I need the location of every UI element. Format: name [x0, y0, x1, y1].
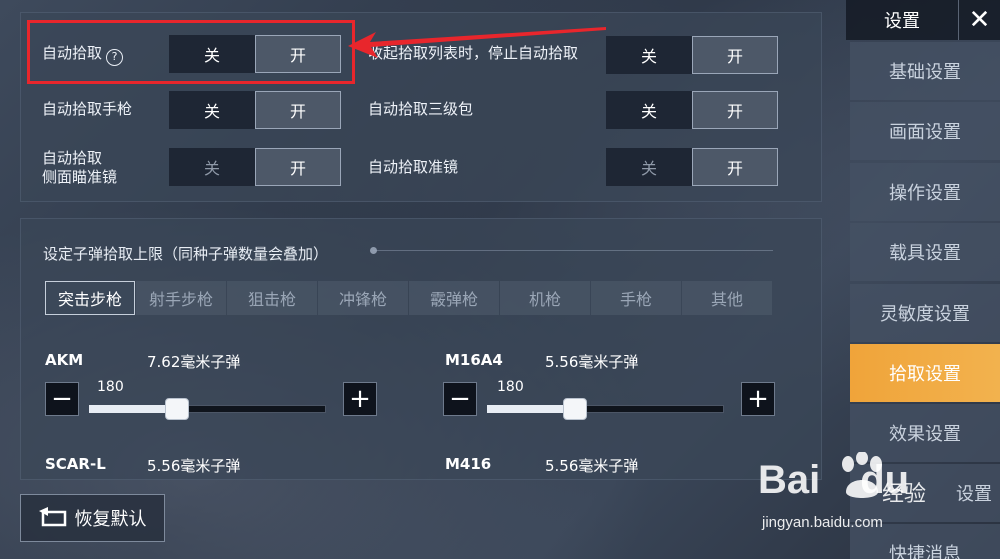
annotation-arrow-icon — [348, 27, 606, 58]
toggle-off-option[interactable]: 关 — [606, 148, 692, 186]
slider-value: 180 — [97, 379, 124, 395]
tab-sniper[interactable]: 狙击枪 — [227, 281, 317, 315]
toggle-on-option[interactable]: 开 — [692, 148, 778, 186]
reset-default-button[interactable]: 恢复默认 — [20, 494, 165, 542]
auto-pickup-scope-label: 自动拾取准镜 — [368, 158, 459, 176]
ammo-limit-panel: 设定子弹拾取上限（同种子弹数量会叠加） 突击步枪 射手步枪 狙击枪 冲锋枪 霰弹… — [20, 218, 822, 480]
sidebar-item-vehicle[interactable]: 载具设置 — [850, 223, 1000, 281]
ammo-type: 5.56毫米子弹 — [147, 457, 241, 475]
auto-pickup-scope-toggle[interactable]: 关 开 — [606, 148, 778, 186]
reset-default-label: 恢复默认 — [74, 509, 147, 530]
tab-other[interactable]: 其他 — [682, 281, 772, 315]
slider-value: 180 — [497, 379, 524, 395]
tab-pistol[interactable]: 手枪 — [591, 281, 681, 315]
tab-shotgun[interactable]: 霰弹枪 — [409, 281, 499, 315]
weapon-name: M16A4 — [445, 351, 503, 369]
toggle-on-option[interactable]: 开 — [255, 148, 341, 186]
auto-pickup-pistol-label: 自动拾取手枪 — [42, 100, 133, 118]
close-icon[interactable]: ✕ — [958, 0, 1000, 40]
auto-pickup-level3-bag-toggle[interactable]: 关 开 — [606, 91, 778, 129]
tab-marksman-rifle[interactable]: 射手步枪 — [136, 281, 226, 315]
weapon-name: AKM — [45, 351, 84, 369]
weapon-type-tabs: 突击步枪 射手步枪 狙击枪 冲锋枪 霰弹枪 机枪 手枪 其他 — [45, 281, 773, 315]
toggle-on-option[interactable]: 开 — [692, 91, 778, 129]
ammo-slider-fill — [89, 405, 177, 413]
ammo-limit-title: 设定子弹拾取上限（同种子弹数量会叠加） — [43, 245, 329, 263]
toggle-off-option[interactable]: 关 — [169, 91, 255, 129]
baidu-watermark: Bai du 经验 jingyan.baidu.com — [758, 452, 958, 552]
tab-smg[interactable]: 冲锋枪 — [318, 281, 408, 315]
watermark-brand: 经验 — [882, 482, 927, 507]
auto-pickup-level3-bag-label: 自动拾取三级包 — [368, 100, 474, 118]
toggle-off-option[interactable]: 关 — [606, 36, 692, 74]
increase-button[interactable]: + — [741, 382, 775, 416]
watermark-url: jingyan.baidu.com — [762, 514, 883, 531]
toggle-on-option[interactable]: 开 — [692, 36, 778, 74]
tab-assault-rifle[interactable]: 突击步枪 — [45, 281, 135, 315]
sidebar-item-sensitivity[interactable]: 灵敏度设置 — [850, 284, 1000, 342]
sidebar-item-graphics[interactable]: 画面设置 — [850, 102, 1000, 160]
auto-pickup-pistol-toggle[interactable]: 关 开 — [169, 91, 341, 129]
auto-pickup-side-scope-toggle[interactable]: 关 开 — [169, 148, 341, 186]
sidebar-title: 设置 — [884, 11, 920, 32]
sidebar-header: 设置 ✕ — [846, 0, 1000, 40]
sidebar-item-basic[interactable]: 基础设置 — [850, 42, 1000, 100]
toggle-on-option[interactable]: 开 — [255, 91, 341, 129]
weapon-name: SCAR-L — [45, 455, 106, 473]
ammo-type: 5.56毫米子弹 — [545, 457, 639, 475]
increase-button[interactable]: + — [343, 382, 377, 416]
ammo-slider-fill — [487, 405, 575, 413]
decrease-button[interactable]: − — [443, 382, 477, 416]
ammo-type: 7.62毫米子弹 — [147, 353, 241, 371]
stop-auto-pickup-toggle[interactable]: 关 开 — [606, 36, 778, 74]
sidebar-item-pickup[interactable]: 拾取设置 — [850, 344, 1000, 402]
highlight-box — [27, 20, 355, 84]
paw-icon — [842, 452, 882, 498]
ammo-slider-thumb[interactable] — [165, 398, 189, 420]
ammo-slider-thumb[interactable] — [563, 398, 587, 420]
divider — [373, 250, 773, 251]
reset-icon — [38, 507, 66, 527]
toggle-off-option[interactable]: 关 — [606, 91, 692, 129]
tab-machine-gun[interactable]: 机枪 — [500, 281, 590, 315]
toggle-off-option[interactable]: 关 — [169, 148, 255, 186]
ammo-type: 5.56毫米子弹 — [545, 353, 639, 371]
decrease-button[interactable]: − — [45, 382, 79, 416]
weapon-name: M416 — [445, 455, 492, 473]
auto-pickup-side-scope-label: 自动拾取 侧面瞄准镜 — [42, 149, 118, 186]
sidebar-item-controls[interactable]: 操作设置 — [850, 163, 1000, 221]
